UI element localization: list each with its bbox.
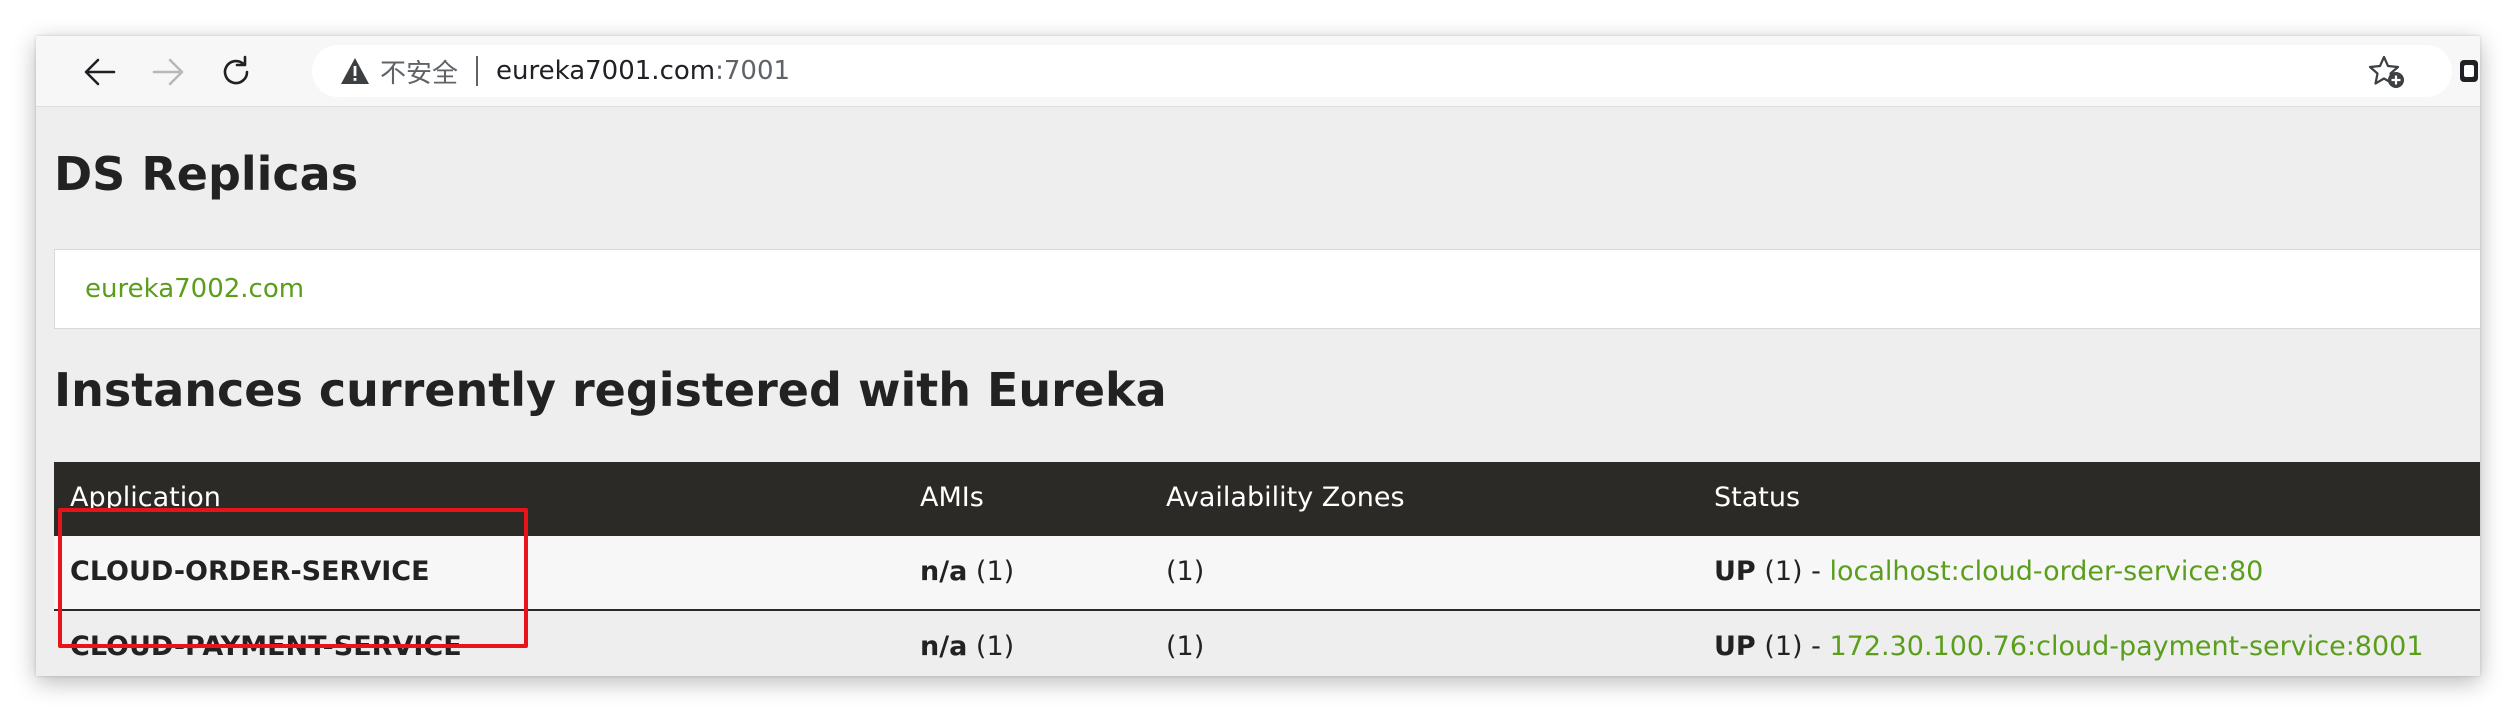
zones-cell: (1): [1166, 556, 1205, 587]
extension-icon[interactable]: [2458, 58, 2480, 84]
instance-link[interactable]: localhost:cloud-order-service:80: [1829, 556, 2263, 587]
forward-button[interactable]: [146, 50, 190, 94]
address-separator: [476, 56, 479, 86]
reload-icon: [223, 55, 249, 85]
url-port[interactable]: :7001: [715, 56, 790, 86]
replica-link[interactable]: eureka7002.com: [85, 274, 304, 304]
ami-value: n/a: [920, 631, 968, 662]
reload-button[interactable]: [214, 50, 258, 94]
replicas-panel: eureka7002.com: [54, 249, 2480, 329]
zones-cell: (1): [1166, 631, 1205, 662]
status-value: UP: [1714, 631, 1756, 662]
instance-link[interactable]: 172.30.100.76:cloud-payment-service:8001: [1829, 631, 2423, 662]
forward-arrow-icon: [152, 58, 184, 86]
address-bar[interactable]: 不安全 eureka7001.com :7001: [312, 45, 2452, 97]
browser-toolbar: 不安全 eureka7001.com :7001: [36, 36, 2480, 107]
star-add-icon: [2368, 55, 2404, 88]
status-count: (1) -: [1764, 631, 1821, 662]
ami-cell: n/a (1): [920, 556, 1014, 587]
warning-icon[interactable]: [338, 54, 372, 88]
status-cell: UP (1) - localhost:cloud-order-service:8…: [1714, 556, 2263, 587]
ami-cell: n/a (1): [920, 631, 1014, 662]
bookmark-button[interactable]: [2368, 54, 2406, 90]
highlight-annotation: [58, 508, 528, 648]
header-availability-zones: Availability Zones: [1166, 482, 1405, 513]
ami-count: (1): [975, 556, 1015, 587]
insecure-label[interactable]: 不安全: [380, 53, 458, 90]
status-cell: UP (1) - 172.30.100.76:cloud-payment-ser…: [1714, 631, 2424, 662]
instances-heading: Instances currently registered with Eure…: [54, 363, 1167, 417]
replicas-heading: DS Replicas: [54, 147, 359, 201]
back-arrow-icon: [84, 58, 116, 86]
ami-count: (1): [975, 631, 1015, 662]
header-status: Status: [1714, 482, 1801, 513]
url-host[interactable]: eureka7001.com: [496, 56, 715, 86]
header-amis: AMIs: [920, 482, 984, 513]
status-value: UP: [1714, 556, 1756, 587]
ami-value: n/a: [920, 556, 968, 587]
back-button[interactable]: [78, 50, 122, 94]
status-count: (1) -: [1764, 556, 1821, 587]
